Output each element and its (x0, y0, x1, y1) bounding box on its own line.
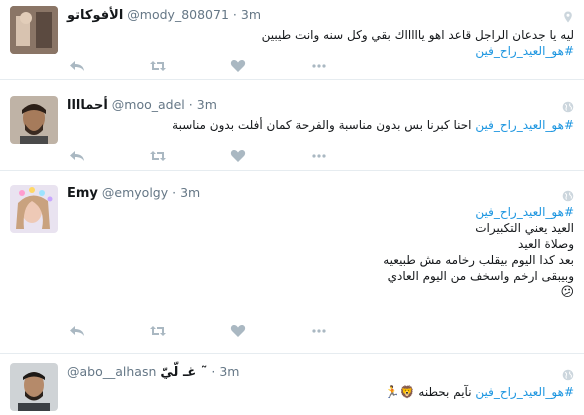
text-line: العيد يعني التكبيرات (475, 221, 574, 235)
tweet-text: #هو_العيد_راح_فين العيد يعني التكبيرات و… (67, 204, 574, 301)
tweet-header: Emy @emyolgy · 3m (67, 185, 200, 201)
separator: · (172, 185, 177, 200)
reply-icon[interactable] (69, 323, 85, 339)
avatar[interactable] (10, 6, 58, 54)
tweet-header: أحماااا @moo_adel · 3m (67, 97, 217, 113)
reply-icon[interactable] (69, 148, 85, 164)
handle[interactable]: @abo__alhasn (67, 364, 156, 379)
confused-face-emoji: 😕 (560, 285, 574, 300)
hashtag-link[interactable]: #هو_العيد_راح_فين (475, 385, 574, 399)
globe-icon (562, 187, 574, 202)
avatar[interactable] (10, 185, 58, 233)
tweet-feed: الأفوكاتو @mody_808071 · 3m ليه يا جدعان… (0, 0, 584, 415)
avatar[interactable] (10, 96, 58, 144)
handle[interactable]: @moo_adel (112, 97, 185, 112)
tweet-text-main: احنا كبرنا بس بدون مناسبة والفرحة كمان أ… (172, 118, 476, 132)
display-name[interactable]: الأفوكاتو (67, 8, 123, 23)
text-line: وصلاة العيد (518, 237, 574, 251)
separator: · (232, 7, 237, 22)
text-line: وبيبقى ارخم واسخف من اليوم العادي (387, 269, 574, 283)
globe-icon (562, 98, 574, 113)
heart-icon[interactable] (230, 323, 246, 339)
lion-runner-emoji: 🦁🏃 (384, 385, 415, 399)
display-name[interactable]: Emy (67, 186, 98, 201)
timestamp[interactable]: 3m (219, 364, 239, 379)
heart-icon[interactable] (230, 148, 246, 164)
reply-icon[interactable] (69, 58, 85, 74)
timestamp[interactable]: 3m (241, 7, 261, 22)
timestamp[interactable]: 3m (197, 97, 217, 112)
tweet-text: ليه يا جدعان الراجل قاعد اهو ياااااك بقي… (67, 27, 574, 59)
globe-icon (562, 366, 574, 381)
retweet-icon[interactable] (149, 323, 166, 339)
separator: · (211, 364, 216, 379)
handle[interactable]: @emyolgy (102, 185, 168, 200)
avatar-image (10, 185, 58, 233)
avatar-image (10, 96, 58, 144)
tweet-text: #هو_العيد_راح_فين نآيم بحطنه 🦁🏃 (67, 384, 574, 400)
tweet[interactable]: Emy @emyolgy · 3m #هو_العيد_راح_فين العي… (0, 171, 584, 354)
timestamp[interactable]: 3m (180, 185, 200, 200)
hashtag-link[interactable]: #هو_العيد_راح_فين (475, 118, 574, 132)
avatar-image (10, 6, 58, 54)
hashtag-link[interactable]: #هو_العيد_راح_فين (475, 205, 574, 219)
more-dots-icon[interactable] (311, 323, 327, 339)
tweet-header: الأفوكاتو @mody_808071 · 3m (67, 7, 261, 23)
display-name[interactable]: غـ لّيّ ˜ (160, 365, 207, 380)
heart-icon[interactable] (230, 58, 246, 74)
avatar-image (10, 363, 58, 411)
display-name[interactable]: أحماااا (67, 98, 108, 113)
tweet-header: @abo__alhasn غـ لّيّ ˜ · 3m (67, 364, 239, 380)
tweet[interactable]: @abo__alhasn غـ لّيّ ˜ · 3m #هو_العيد_را… (0, 354, 584, 415)
avatar[interactable] (10, 363, 58, 411)
handle[interactable]: @mody_808071 (127, 7, 229, 22)
hashtag-link[interactable]: #هو_العيد_راح_فين (475, 44, 574, 58)
tweet-text-main: نآيم بحطنه (418, 385, 476, 399)
tweet-text-main: ليه يا جدعان الراجل قاعد اهو ياااااك بقي… (261, 28, 574, 42)
location-pin-icon (562, 8, 574, 23)
tweet-text: #هو_العيد_راح_فين احنا كبرنا بس بدون منا… (67, 117, 574, 133)
separator: · (188, 97, 193, 112)
tweet[interactable]: أحماااا @moo_adel · 3m #هو_العيد_راح_فين… (0, 80, 584, 171)
more-dots-icon[interactable] (311, 148, 327, 164)
retweet-icon[interactable] (149, 148, 166, 164)
text-line: بعد كدا اليوم بيقلب رخامه مش طبيعيه (383, 253, 574, 267)
tweet[interactable]: الأفوكاتو @mody_808071 · 3m ليه يا جدعان… (0, 0, 584, 80)
more-dots-icon[interactable] (311, 58, 327, 74)
retweet-icon[interactable] (149, 58, 166, 74)
